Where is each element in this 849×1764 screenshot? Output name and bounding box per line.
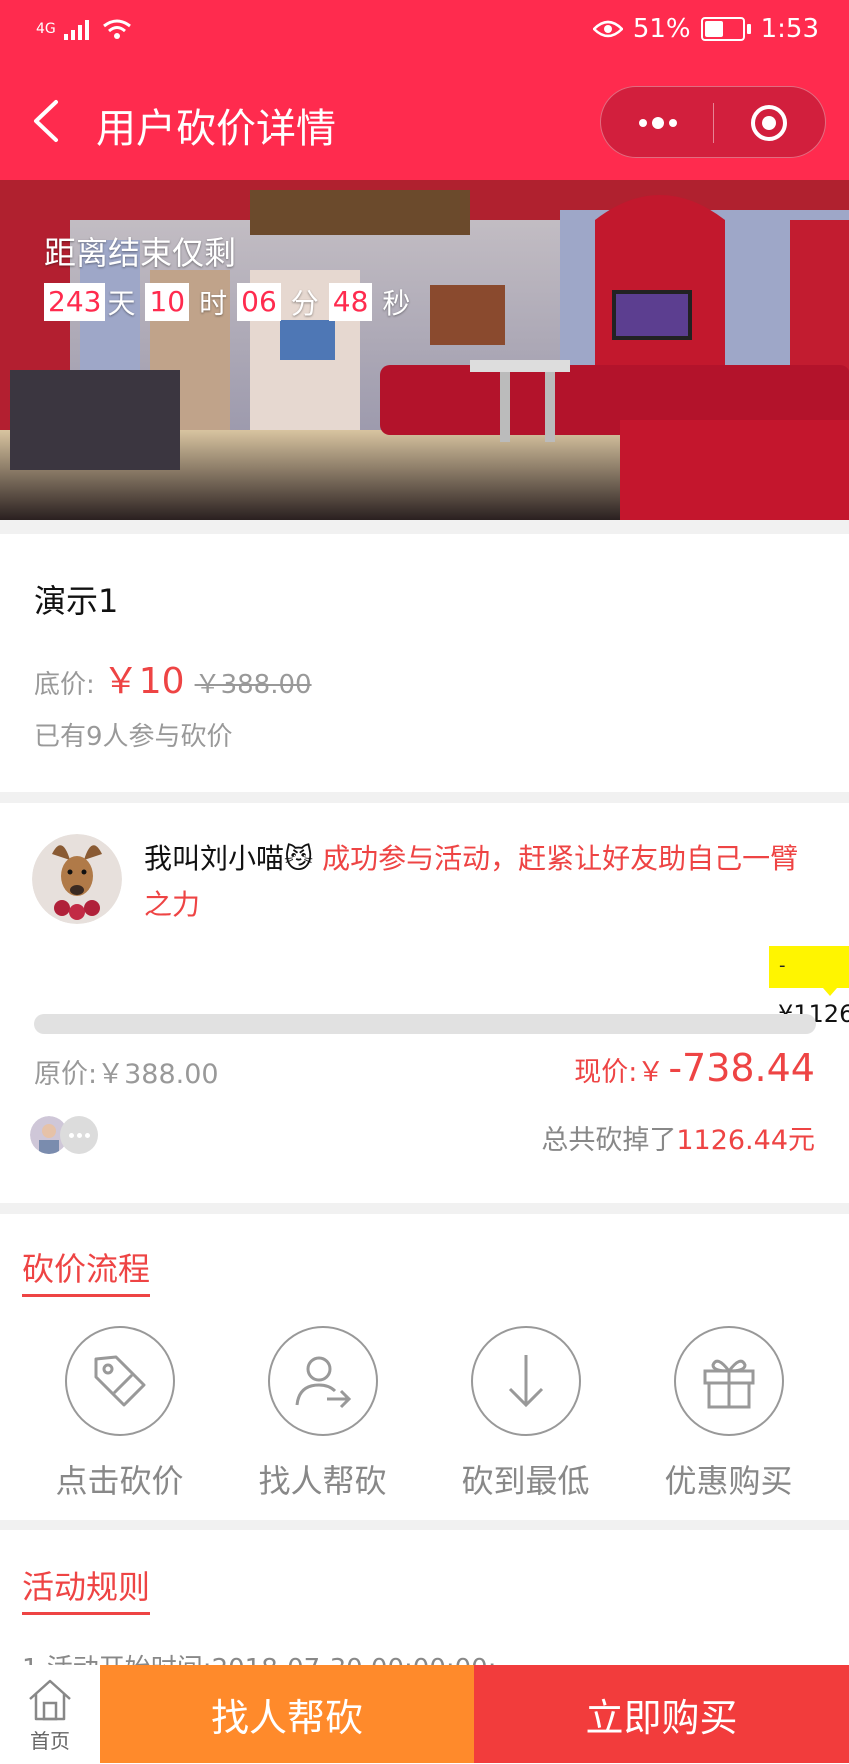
process-title: 砍价流程 [22,1250,151,1297]
total-cut: 总共砍掉了1126.44元 [541,1118,815,1157]
signal-icon [63,20,89,40]
countdown-seconds: 48 [328,283,373,321]
more-helpers-icon[interactable] [60,1116,98,1154]
participant-count: 已有9人参与砍价 [34,722,233,752]
step-discount-buy: 优惠购买 [627,1326,830,1502]
step-label: 找人帮砍 [258,1462,387,1500]
battery-percent: 51% [632,14,691,44]
countdown-minutes: 06 [237,283,281,321]
gift-icon [673,1326,784,1436]
step-label: 点击砍价 [55,1462,184,1500]
capsule-divider [713,103,714,143]
wifi-icon [102,19,131,39]
cut-amount-tooltip: - [769,946,849,996]
arrow-down-icon [470,1326,581,1436]
participant-name: 我叫刘小喵😼 [144,842,314,875]
miniprogram-capsule [600,86,826,158]
current-price: 现价:￥ -738.44 [574,1046,815,1090]
bargain-progress-bar [34,1014,816,1034]
step-find-helpers: 找人帮砍 [221,1326,424,1502]
page-title: 用户砍价详情 [96,106,336,152]
battery-cap [746,24,751,34]
step-lowest-price: 砍到最低 [424,1326,627,1502]
more-menu-icon[interactable] [635,109,681,137]
countdown-days-unit: 天 [107,287,136,320]
user-share-icon [267,1326,378,1436]
current-price-label: 现价:￥ [574,1057,665,1088]
home-tab[interactable]: 首页 [0,1665,100,1763]
process-steps: 点击砍价 找人帮砍 砍到最低 优惠购买 [0,1326,849,1502]
floor-price: ￥10 [102,661,185,702]
process-section-header: 砍价流程 [22,1244,151,1297]
back-arrow-icon[interactable] [28,98,68,144]
home-label: 首页 [30,1728,70,1753]
find-helpers-button[interactable]: 找人帮砍 [100,1665,474,1763]
status-right: 51% 1:53 [592,14,819,44]
rules-title: 活动规则 [22,1568,151,1615]
eye-icon [592,20,623,38]
floor-price-label: 底价: [34,670,95,700]
countdown-hours: 10 [145,283,190,321]
close-target-icon[interactable] [749,103,789,143]
step-label: 优惠购买 [664,1462,793,1500]
clock: 1:53 [760,14,819,44]
participation-message: 我叫刘小喵😼 成功参与活动，赶紧让好友助自己一臂之力 [144,836,814,928]
current-price-value: -738.44 [668,1046,815,1090]
countdown-title: 距离结束仅剩 [44,234,237,272]
countdown-timer: 243 天 10 时 06 分 48 秒 [44,282,420,322]
countdown-hours-unit: 时 [199,287,228,320]
step-label: 砍到最低 [461,1462,590,1500]
status-signal: 4G [36,18,132,40]
price-row: 底价: ￥10 ￥388.00 [34,652,312,704]
countdown-seconds-unit: 秒 [382,287,411,320]
tag-discount-icon [64,1326,175,1436]
buy-now-button[interactable]: 立即购买 [474,1665,849,1763]
home-icon [29,1679,71,1720]
original-price: 原价:￥388.00 [34,1059,219,1090]
total-cut-value: 1126.44元 [676,1125,815,1156]
rules-section-header: 活动规则 [22,1562,151,1615]
product-name: 演示1 [34,582,119,620]
battery-icon [700,17,745,41]
helper-avatars[interactable] [30,1116,98,1154]
original-price-struck: ￥388.00 [194,670,312,700]
countdown-minutes-unit: 分 [290,287,319,320]
step-click-bargain: 点击砍价 [18,1326,221,1502]
user-avatar [32,834,122,924]
total-cut-label: 总共砍掉了 [541,1125,677,1156]
network-label: 4G [36,21,56,37]
countdown-days: 243 [44,283,106,321]
